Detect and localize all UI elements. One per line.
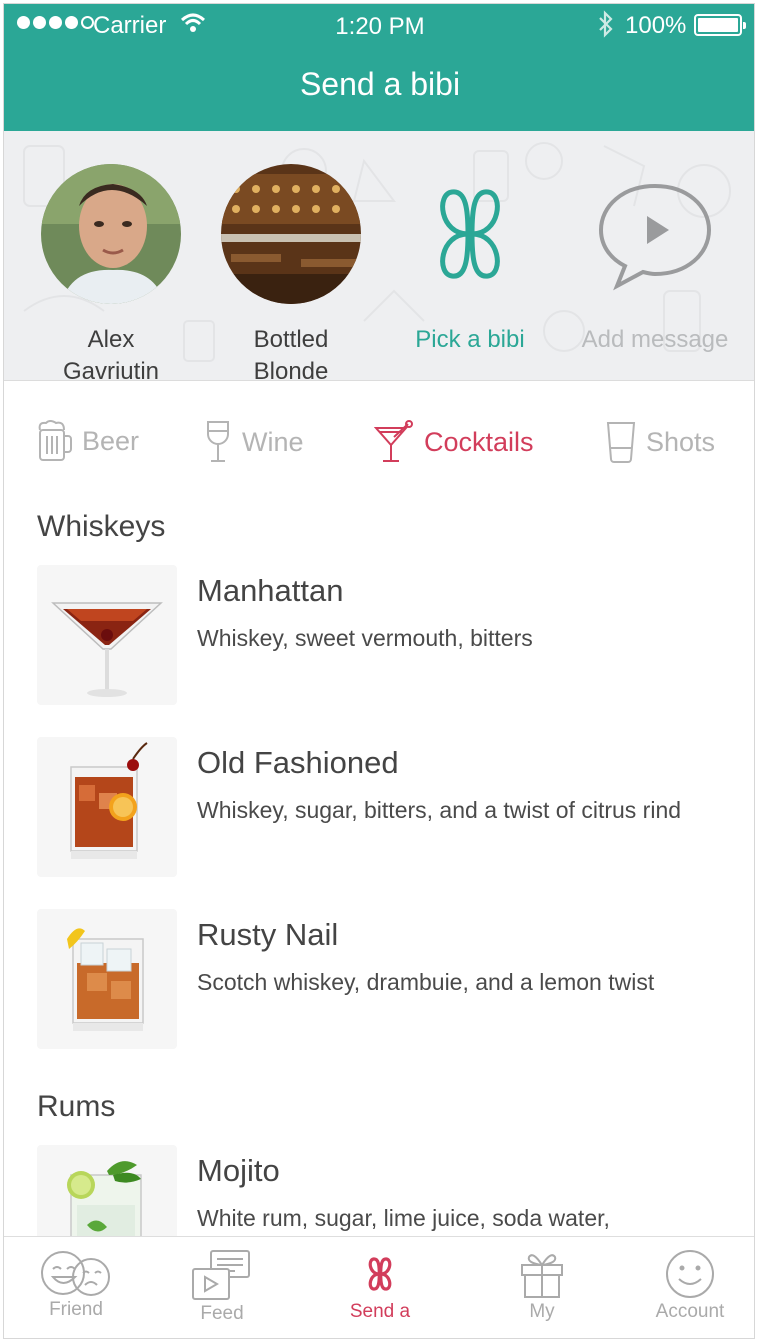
drink-description: Whiskey, sugar, bitters, and a twist of …	[197, 797, 682, 823]
drink-name: Old Fashioned	[197, 745, 399, 780]
drink-thumbnail	[37, 565, 177, 705]
add-message-button[interactable]: Add message	[569, 164, 741, 356]
battery-percent: 100%	[625, 12, 687, 39]
tab-wine[interactable]: Wine	[204, 420, 304, 464]
drink-name: Rusty Nail	[197, 917, 339, 952]
tab-account[interactable]: Account	[620, 1237, 754, 1338]
tab-feed[interactable]: Feed	[152, 1237, 292, 1338]
tab-my-bibis[interactable]: My	[472, 1237, 612, 1338]
drink-name: Manhattan	[197, 573, 344, 608]
section-title: Rums	[37, 1090, 116, 1123]
speech-bubble-play-icon	[585, 164, 725, 304]
tab-beer[interactable]: Beer	[36, 420, 139, 462]
bluetooth-icon	[596, 10, 616, 45]
friend-name: Alex Gavriutin	[31, 324, 191, 388]
pick-bibi-button[interactable]: Pick a bibi	[390, 164, 550, 356]
add-message-label: Add message	[581, 326, 729, 353]
wine-glass-icon	[207, 421, 229, 462]
drink-name: Mojito	[197, 1153, 280, 1188]
tab-send-bibi-label: Send a	[349, 1301, 411, 1322]
battery-icon	[694, 14, 746, 36]
drink-description: Whiskey, sweet vermouth, bitters	[197, 625, 533, 651]
app-screen: Carrier 1:20 PM 100% Send a bibi Alex Ga…	[3, 3, 755, 1339]
header: Carrier 1:20 PM 100% Send a bibi	[4, 4, 754, 131]
venue-name-line2: Blonde	[253, 358, 329, 385]
venue-name-line1: Bottled	[253, 326, 329, 353]
drink-description: White rum, sugar, lime juice, soda water…	[197, 1205, 610, 1231]
recipient-friend[interactable]: Alex Gavriutin	[31, 164, 191, 388]
tab-cocktails[interactable]: Cocktails	[374, 420, 534, 464]
tab-shots-label: Shots	[646, 426, 716, 457]
tab-friend-label: Friend	[49, 1299, 103, 1320]
tab-wine-label: Wine	[242, 426, 304, 457]
friend-avatar	[41, 164, 181, 304]
recipients-bar: Alex Gavriutin Bottled Blonde Pick a bib…	[4, 131, 754, 385]
section-title: Whiskeys	[37, 510, 166, 543]
shot-glass-icon	[606, 422, 636, 463]
status-bar: Carrier 1:20 PM 100%	[4, 4, 754, 48]
tab-beer-label: Beer	[82, 425, 140, 456]
category-tabs: Beer Wine Cocktails Shots	[4, 414, 754, 474]
pick-bibi-label: Pick a bibi	[415, 326, 525, 353]
tab-friend[interactable]: Friend	[6, 1237, 146, 1338]
bottom-tab-bar: Friend Feed Send a My Account	[4, 1236, 754, 1338]
drink-thumbnail	[37, 909, 177, 1049]
tab-account-label: Account	[655, 1301, 725, 1322]
feed-icon	[192, 1250, 250, 1300]
friend-name-line1: Alex	[87, 326, 135, 353]
bibi-logo-icon	[368, 1257, 392, 1291]
smiley-icon	[666, 1250, 714, 1298]
drink-item-manhattan[interactable]: Manhattan Whiskey, sweet vermouth, bitte…	[37, 565, 737, 705]
drink-description: Scotch whiskey, drambuie, and a lemon tw…	[197, 969, 655, 995]
tab-cocktails-label: Cocktails	[424, 426, 534, 457]
drink-item-rusty-nail[interactable]: Rusty Nail Scotch whiskey, drambuie, and…	[37, 909, 737, 1049]
tab-shots[interactable]: Shots	[606, 420, 715, 464]
friend-faces-icon	[41, 1251, 110, 1296]
beer-mug-icon	[38, 420, 72, 461]
gift-icon	[521, 1254, 563, 1298]
page-title: Send a bibi	[299, 66, 461, 102]
venue-name: Bottled Blonde	[211, 324, 371, 388]
bibi-logo-icon	[400, 164, 540, 304]
drink-thumbnail	[37, 737, 177, 877]
tab-my-bibis-label: My	[529, 1301, 555, 1322]
friend-name-line2: Gavriutin	[62, 358, 160, 385]
venue-avatar	[221, 164, 361, 304]
tab-send-bibi[interactable]: Send a	[310, 1237, 450, 1338]
recipient-venue[interactable]: Bottled Blonde	[211, 164, 371, 388]
cocktail-glass-icon	[374, 420, 413, 462]
drink-item-old-fashioned[interactable]: Old Fashioned Whiskey, sugar, bitters, a…	[37, 737, 737, 877]
tab-feed-label: Feed	[200, 1303, 244, 1324]
